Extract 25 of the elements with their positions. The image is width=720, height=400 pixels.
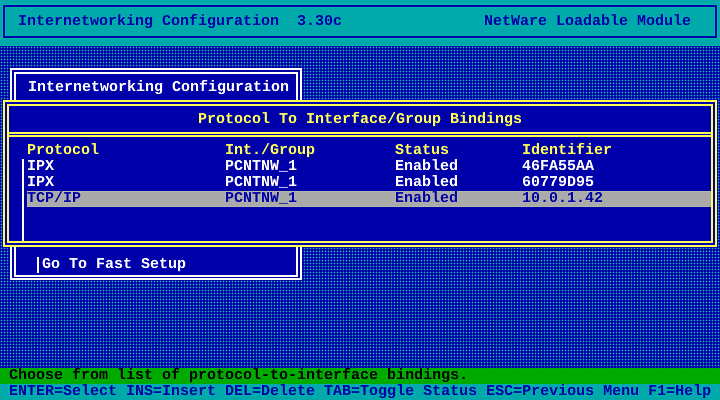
table-cell-text: 10.0.1.42 — [522, 191, 604, 207]
binding-row[interactable]: IPX PCNTNW_1 Enabled 60779D95 — [27, 175, 711, 191]
table-cell-text: Enabled — [395, 159, 460, 175]
binding-row[interactable]: TCP/IP PCNTNW_1 Enabled 10.0.1.42 — [27, 191, 711, 207]
table-cell-text: 60779D95 — [522, 175, 596, 191]
table-cell-text: PCNTNW_1 — [225, 159, 298, 175]
program-title: Internetworking Configuration 3.30c — [18, 14, 342, 30]
key-help: ENTER=Select INS=Insert DEL=Delete TAB=Toggle Status ESC=Previous Menu F1=Help — [0, 384, 720, 400]
menu-title: Internetworking Configuration — [28, 80, 290, 96]
column-header: Status — [395, 143, 450, 159]
binding-row[interactable]: IPX PCNTNW_1 Enabled 46FA55AA — [27, 159, 711, 175]
table-cell-text: PCNTNW_1 — [225, 191, 298, 207]
dialog-title: Protocol To Interface/Group Bindings — [198, 112, 522, 130]
table-cell-text: Enabled — [395, 191, 460, 207]
table-cell-text: IPX — [27, 175, 56, 191]
column-header: Identifier — [522, 143, 614, 159]
column-header: Protocol — [27, 143, 100, 159]
menu-item[interactable]: Go To Fast Setup — [37, 257, 186, 273]
table-cell-text: Enabled — [395, 175, 460, 191]
table-cell-text: IPX — [27, 159, 56, 175]
column-header: Int./Group — [225, 143, 316, 159]
table-cell-text: 46FA55AA — [522, 159, 596, 175]
table-cell-text: PCNTNW_1 — [225, 175, 298, 191]
table-cell-text: TCP/IP — [27, 191, 82, 207]
module-type: NetWare Loadable Module — [484, 14, 691, 30]
